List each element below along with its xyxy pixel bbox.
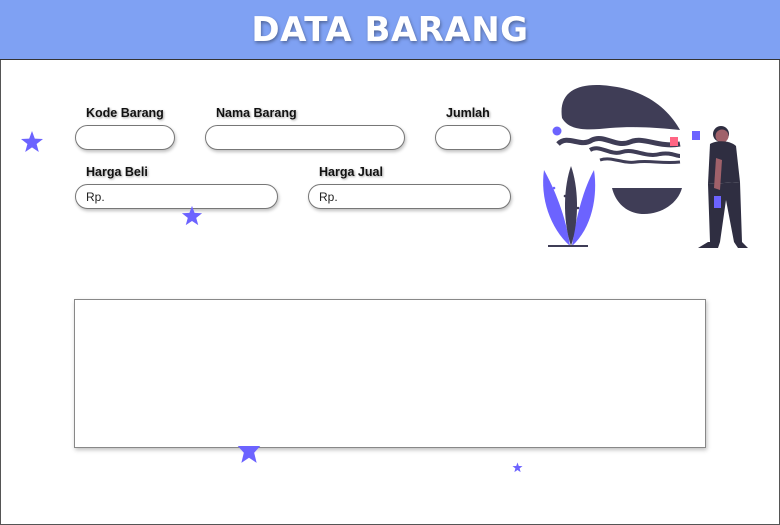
star-icon — [237, 446, 261, 463]
jumlah-label: Jumlah — [446, 106, 490, 120]
harga-jual-input[interactable] — [308, 184, 511, 209]
header-bar: DATA BARANG — [0, 0, 780, 60]
page-title: DATA BARANG — [251, 9, 529, 50]
person-illustration — [543, 85, 748, 248]
star-icon — [512, 462, 523, 473]
harga-jual-label: Harga Jual — [319, 165, 383, 179]
data-table[interactable] — [74, 299, 706, 448]
jumlah-input[interactable] — [435, 125, 511, 150]
star-icon — [181, 205, 203, 226]
star-icon — [21, 131, 43, 152]
kode-barang-label: Kode Barang — [86, 106, 164, 120]
kode-barang-input[interactable] — [75, 125, 175, 150]
nama-barang-label: Nama Barang — [216, 106, 297, 120]
nama-barang-input[interactable] — [205, 125, 405, 150]
harga-beli-label: Harga Beli — [86, 165, 148, 179]
harga-beli-input[interactable] — [75, 184, 278, 209]
